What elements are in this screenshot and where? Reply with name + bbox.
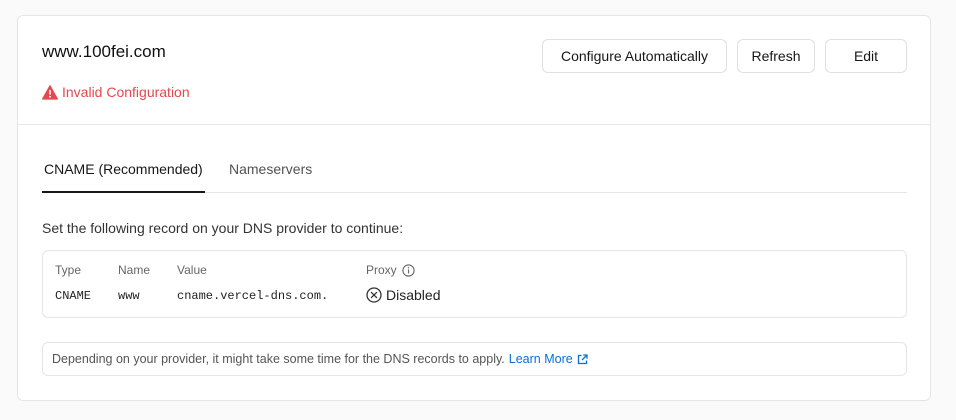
- configure-automatically-button[interactable]: Configure Automatically: [542, 39, 727, 73]
- status-text: Invalid Configuration: [62, 84, 190, 100]
- warning-icon: [42, 84, 58, 100]
- note-text: Depending on your provider, it might tak…: [52, 352, 505, 366]
- domain-header: www.100fei.com Invalid Configuration Con…: [18, 16, 930, 125]
- domain-actions: Configure Automatically Refresh Edit: [542, 39, 907, 73]
- proxy-header-label: Proxy: [366, 263, 397, 277]
- dns-instruction: Set the following record on your DNS pro…: [42, 220, 404, 236]
- proxy-header: Proxy: [366, 263, 415, 277]
- info-icon[interactable]: [402, 263, 415, 277]
- propagation-note: Depending on your provider, it might tak…: [42, 342, 907, 376]
- dns-tabs: CNAME (Recommended) Nameservers: [42, 152, 907, 193]
- type-header: Type: [55, 263, 82, 277]
- dns-record-table: Type Name Value Proxy CNAME www cname.ve…: [42, 250, 907, 318]
- name-header: Name: [118, 263, 151, 277]
- edit-button[interactable]: Edit: [825, 39, 907, 73]
- configuration-status: Invalid Configuration: [42, 84, 190, 100]
- circle-x-icon: [366, 287, 382, 303]
- record-value: cname.vercel-dns.com.: [177, 289, 329, 303]
- domain-name: www.100fei.com: [42, 42, 166, 61]
- domain-card: www.100fei.com Invalid Configuration Con…: [17, 15, 931, 401]
- learn-more-link[interactable]: Learn More: [509, 352, 588, 366]
- refresh-button[interactable]: Refresh: [737, 39, 815, 73]
- learn-more-label: Learn More: [508, 352, 573, 366]
- record-proxy: Disabled: [366, 287, 440, 303]
- value-header: Value: [177, 263, 207, 277]
- tab-cname[interactable]: CNAME (Recommended): [42, 152, 205, 193]
- record-type: CNAME: [55, 289, 92, 303]
- proxy-status: Disabled: [386, 287, 441, 303]
- tab-nameservers[interactable]: Nameservers: [229, 152, 312, 193]
- record-name: www: [118, 289, 140, 303]
- external-link-icon: [577, 353, 588, 364]
